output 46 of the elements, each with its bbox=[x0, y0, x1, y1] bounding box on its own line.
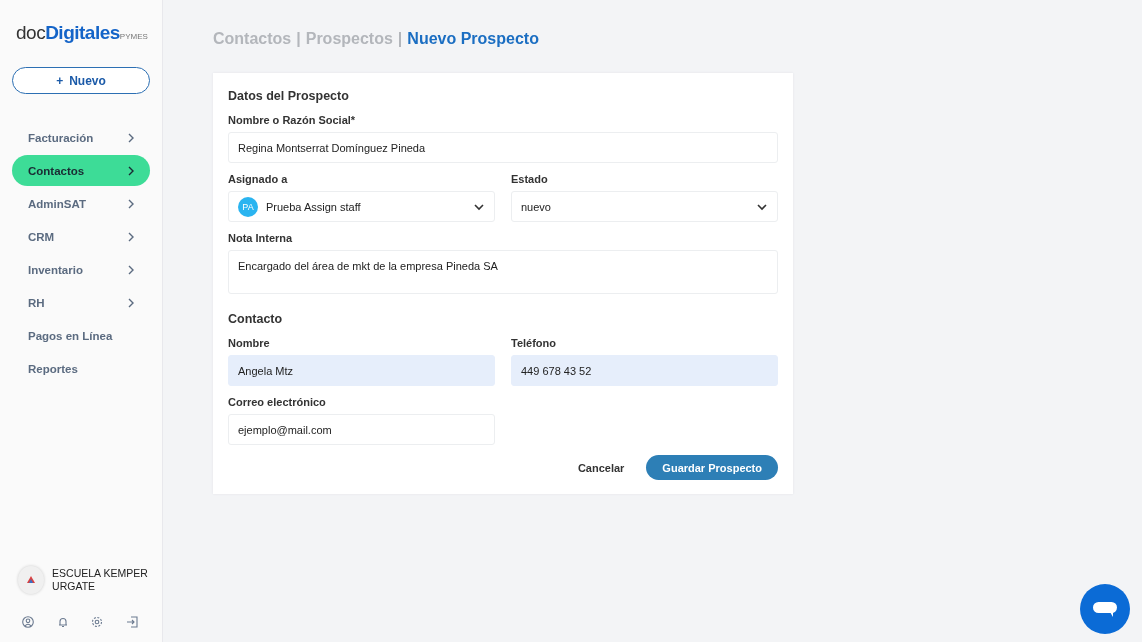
select-field[interactable]: nuevo bbox=[511, 191, 778, 222]
input-field[interactable]: Regina Montserrat Domínguez Pineda bbox=[228, 132, 778, 163]
chevron-right-icon bbox=[126, 198, 136, 209]
input-field[interactable]: Angela Mtz bbox=[228, 355, 495, 386]
cancel-button[interactable]: Cancelar bbox=[571, 460, 631, 475]
nav-item[interactable]: Reportes bbox=[12, 353, 150, 384]
nav-item[interactable]: Facturación bbox=[12, 122, 150, 153]
user-avatar: PA bbox=[238, 196, 258, 217]
input-field[interactable]: ejemplo@mail.com bbox=[228, 414, 495, 445]
chat-button[interactable] bbox=[1080, 584, 1130, 634]
bell-icon[interactable] bbox=[56, 616, 69, 628]
field-label: Estado bbox=[511, 173, 549, 185]
organization-logo bbox=[18, 566, 45, 594]
settings-icon[interactable] bbox=[91, 616, 104, 628]
save-button[interactable]: Guardar Prospecto bbox=[646, 455, 778, 480]
input-field[interactable]: 449 678 43 52 bbox=[511, 355, 778, 386]
field-label: Asignado a bbox=[228, 173, 289, 185]
chevron-right-icon bbox=[126, 132, 136, 143]
field-label: Correo electrónico bbox=[228, 396, 327, 408]
user-icon[interactable] bbox=[22, 616, 34, 628]
chevron-right-icon bbox=[126, 231, 136, 242]
field-label: Nombre o Razón Social* bbox=[228, 114, 357, 126]
organization-name: ESCUELA KEMPER URGATE bbox=[52, 567, 149, 593]
breadcrumb-separator: | bbox=[296, 30, 301, 48]
nav-item[interactable]: RH bbox=[12, 287, 150, 318]
chevron-right-icon bbox=[126, 165, 136, 176]
textarea-field[interactable]: Encargado del área de mkt de la empresa Pineda SA bbox=[228, 250, 778, 294]
field-label: Teléfono bbox=[511, 337, 557, 349]
new-button[interactable]: + Nuevo bbox=[12, 67, 150, 94]
logout-icon[interactable] bbox=[125, 616, 138, 628]
field-label: Nombre bbox=[228, 337, 271, 349]
field-label: Nota Interna bbox=[228, 232, 294, 244]
logo: docDigitalesPYMES bbox=[15, 21, 148, 45]
chevron-right-icon bbox=[126, 264, 136, 275]
nav-item[interactable]: AdminSAT bbox=[12, 188, 150, 219]
chat-icon bbox=[1092, 599, 1118, 619]
nav-item[interactable]: Pagos en Línea bbox=[12, 320, 150, 351]
breadcrumb-item: Nuevo Prospecto bbox=[407, 30, 539, 48]
section-title: Datos del Prospecto bbox=[228, 89, 350, 103]
nav-item[interactable]: Contactos bbox=[12, 155, 150, 186]
nav-item[interactable]: Inventario bbox=[12, 254, 150, 285]
nav-item[interactable]: CRM bbox=[12, 221, 150, 252]
select-field[interactable]: PA Prueba Assign staff bbox=[228, 191, 495, 222]
chevron-right-icon bbox=[126, 297, 136, 308]
breadcrumb-separator: | bbox=[397, 30, 403, 48]
section-title: Contacto bbox=[228, 312, 284, 326]
